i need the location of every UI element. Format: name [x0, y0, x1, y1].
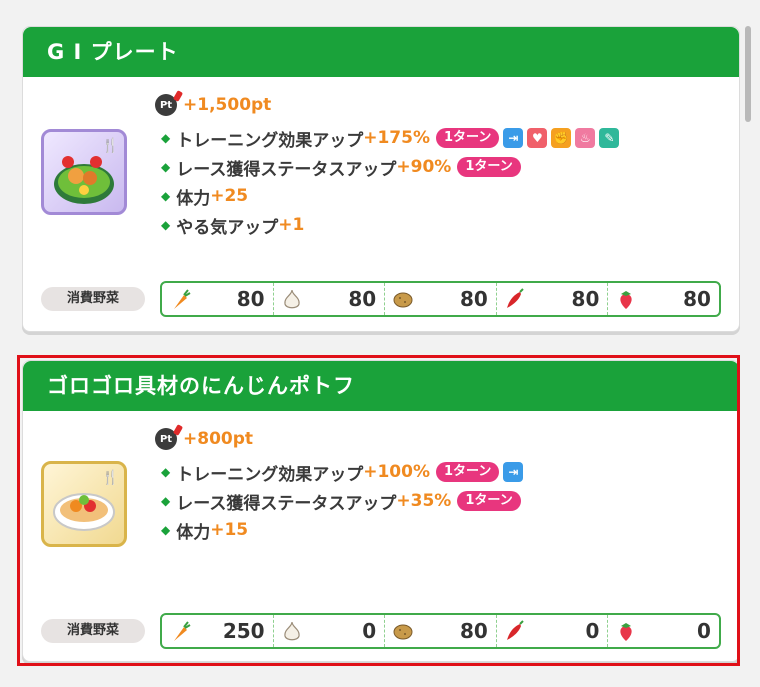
- cutlery-icon: 🍴: [101, 470, 119, 486]
- bullet-icon: ◆: [161, 160, 171, 174]
- veg-amount: 80: [459, 619, 488, 643]
- vegetables-consumed-label: 消費野菜: [41, 619, 145, 643]
- veg-amount: 0: [585, 619, 600, 643]
- veg-amount: 80: [683, 287, 711, 311]
- turn-badge: 1ターン: [457, 491, 521, 511]
- power-icon: ✊: [551, 128, 572, 148]
- effect-value: +35%: [396, 491, 452, 511]
- strawberry-icon: [620, 623, 633, 641]
- effect-row: ◆ レース獲得ステータスアップ +35% 1ターン: [161, 488, 521, 514]
- pt-icon: Pt: [155, 94, 177, 116]
- speed-icon: ⇥: [503, 462, 524, 482]
- effect-value: +90%: [396, 157, 452, 177]
- points-row: Pt +800pt: [155, 427, 253, 451]
- garlic-icon: [283, 289, 300, 309]
- veg-cell-pepper: 80: [497, 283, 609, 315]
- effect-label: トレーニング効果アップ: [176, 130, 364, 151]
- effect-value: +1: [278, 215, 305, 235]
- vegetable-cost-bar: 80 80 80 80 80: [160, 281, 721, 317]
- speed-icon: ⇥: [503, 128, 524, 148]
- veg-cell-strawberry: 80: [608, 283, 719, 315]
- bullet-icon: ◆: [161, 131, 171, 145]
- strawberry-icon: [620, 291, 633, 309]
- points-row: Pt +1,500pt: [155, 93, 271, 117]
- veg-amount: 80: [236, 287, 265, 311]
- points-value: +800pt: [183, 429, 254, 449]
- potato-icon: [393, 292, 413, 308]
- points-value: +1,500pt: [183, 95, 272, 115]
- pt-icon: Pt: [155, 428, 177, 450]
- bullet-icon: ◆: [161, 494, 171, 508]
- turn-badge: 1ターン: [457, 157, 521, 177]
- effect-row: ◆ レース獲得ステータスアップ +90% 1ターン: [161, 154, 521, 180]
- veg-cell-potato: 80: [385, 283, 497, 315]
- pepper-icon: [506, 620, 524, 640]
- cutlery-icon: 🍴: [101, 138, 119, 154]
- guts-icon: ♨: [575, 128, 596, 148]
- potato-icon: [393, 624, 413, 640]
- veg-amount: 80: [348, 287, 377, 311]
- carrot-icon: [174, 621, 191, 641]
- veg-cell-garlic: 80: [274, 283, 386, 315]
- card-title: ゴロゴロ具材のにんじんポトフ: [23, 361, 739, 411]
- bullet-icon: ◆: [161, 523, 171, 537]
- veg-amount: 0: [362, 619, 377, 643]
- turn-badge: 1ターン: [436, 128, 500, 148]
- veg-cell-carrot: 250: [162, 615, 274, 647]
- garlic-icon: [283, 621, 300, 641]
- effect-value: +15: [210, 520, 249, 540]
- wisdom-icon: ✎: [599, 128, 620, 148]
- veg-amount: 80: [459, 287, 488, 311]
- recipe-card-gi-plate[interactable]: G I プレート 🍴 Pt +1,500pt ◆ トレーニング効果アップ +17…: [22, 26, 740, 332]
- gi-plate-image: 🍴: [41, 129, 127, 215]
- bullet-icon: ◆: [161, 465, 171, 479]
- scrollbar-thumb[interactable]: [745, 26, 751, 122]
- bullet-icon: ◆: [161, 218, 171, 232]
- potofu-image: 🍴: [41, 461, 127, 547]
- effect-label: やる気アップ: [176, 217, 279, 238]
- veg-cell-potato: 80: [385, 615, 497, 647]
- turn-badge: 1ターン: [436, 462, 500, 482]
- vegetables-consumed-label: 消費野菜: [41, 287, 145, 311]
- effect-row: ◆ 体力 +25: [161, 183, 248, 209]
- vegetable-cost-bar: 250 0 80 0 0: [160, 613, 721, 649]
- veg-amount: 0: [697, 619, 711, 643]
- effect-label: 体力: [176, 522, 211, 543]
- effect-label: 体力: [176, 188, 211, 209]
- effect-value: +175%: [363, 128, 430, 148]
- effect-row: ◆ 体力 +15: [161, 517, 248, 543]
- effect-label: レース獲得ステータスアップ: [176, 159, 397, 180]
- veg-amount: 250: [222, 619, 265, 643]
- veg-cell-garlic: 0: [274, 615, 386, 647]
- card-title: G I プレート: [23, 27, 739, 77]
- effect-row: ◆ トレーニング効果アップ +175% 1ターン ⇥ ♥ ✊ ♨ ✎: [161, 125, 620, 151]
- effect-row: ◆ やる気アップ +1: [161, 212, 304, 238]
- veg-cell-strawberry: 0: [608, 615, 719, 647]
- veg-cell-carrot: 80: [162, 283, 274, 315]
- stamina-icon: ♥: [527, 128, 548, 148]
- recipe-card-carrot-potofu[interactable]: ゴロゴロ具材のにんじんポトフ 🍴 Pt +800pt ◆ トレーニング効果アップ…: [22, 360, 740, 662]
- veg-cell-pepper: 0: [497, 615, 609, 647]
- effect-value: +100%: [363, 462, 430, 482]
- pepper-icon: [506, 288, 524, 308]
- effect-value: +25: [210, 186, 249, 206]
- carrot-icon: [174, 289, 191, 309]
- bullet-icon: ◆: [161, 189, 171, 203]
- effect-label: トレーニング効果アップ: [176, 464, 364, 485]
- effect-label: レース獲得ステータスアップ: [176, 493, 397, 514]
- veg-amount: 80: [571, 287, 600, 311]
- effect-row: ◆ トレーニング効果アップ +100% 1ターン ⇥: [161, 459, 524, 485]
